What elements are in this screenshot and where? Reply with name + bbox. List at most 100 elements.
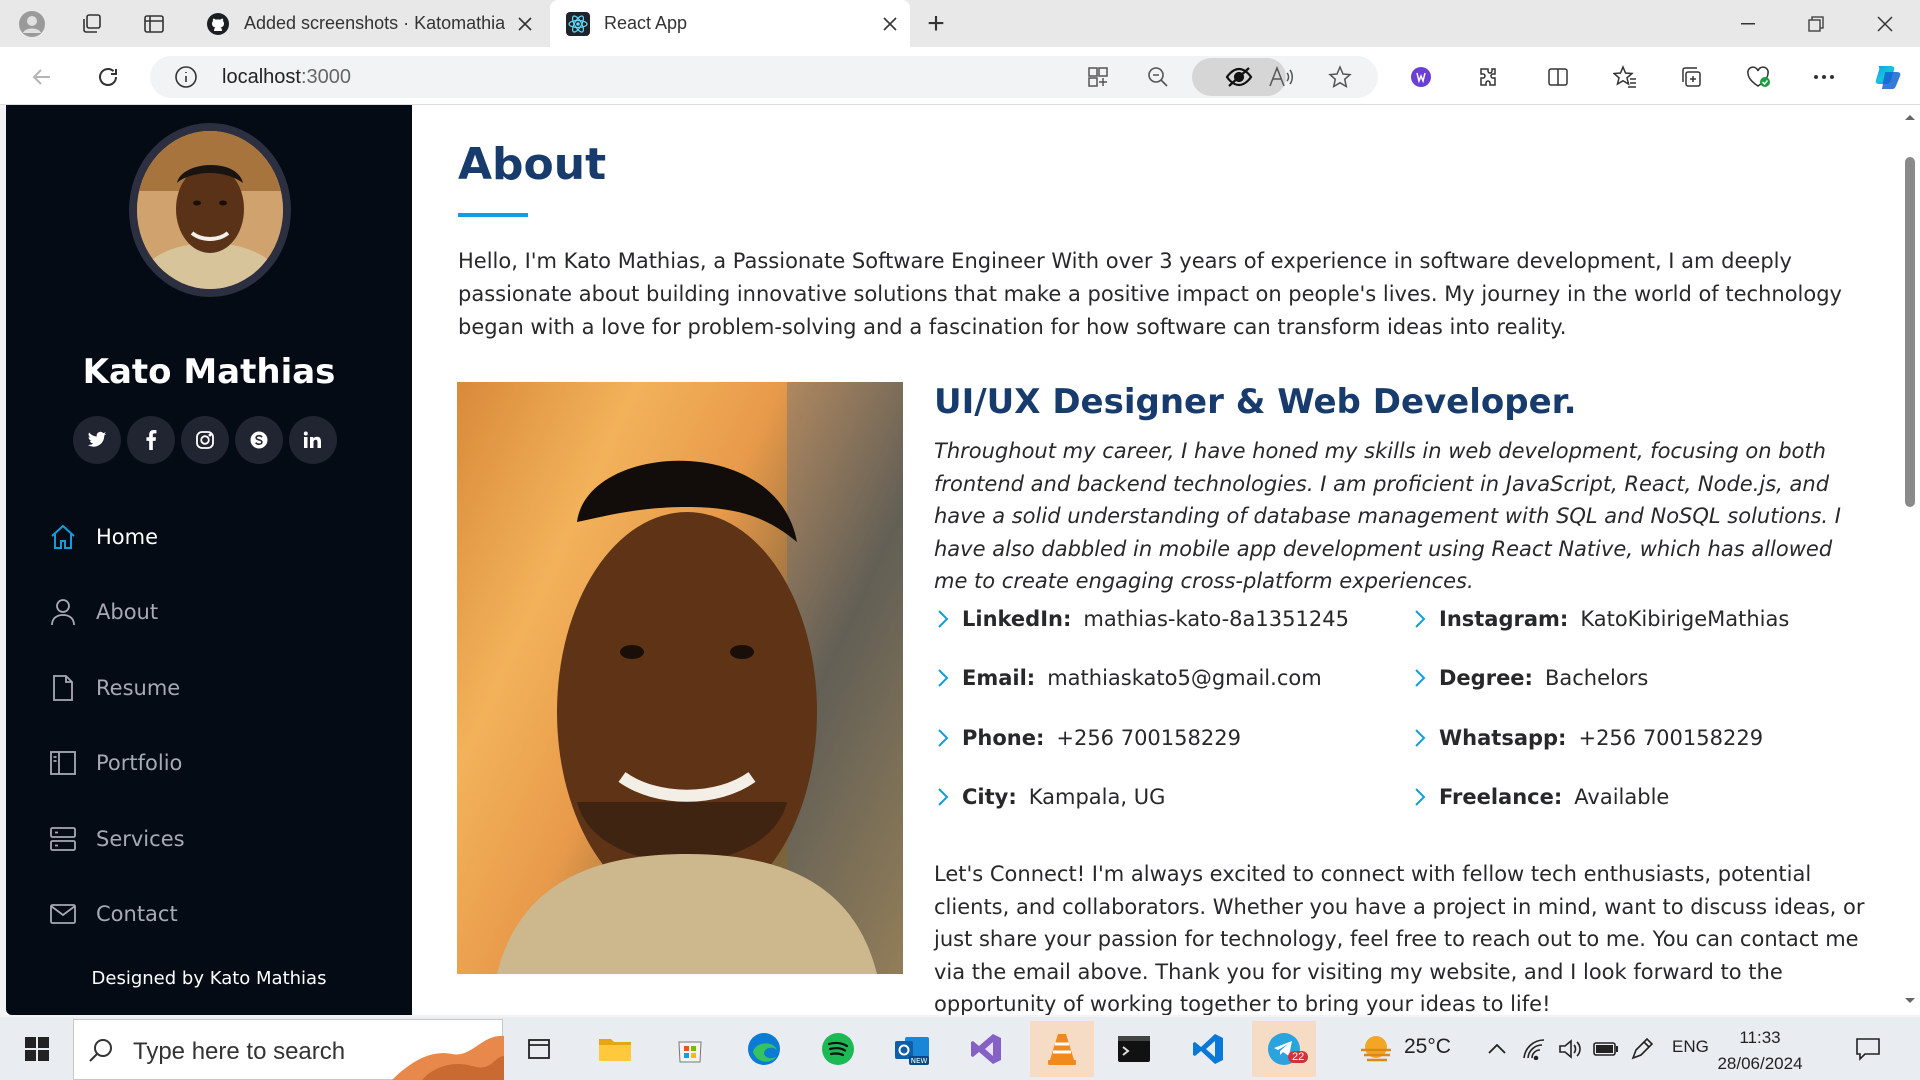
wifi-icon[interactable]: [1516, 1024, 1552, 1074]
linkedin-icon[interactable]: [289, 416, 337, 464]
nav-label: Services: [96, 827, 185, 851]
clock[interactable]: 11:33 28/06/2024: [1712, 1025, 1808, 1077]
favorite-star-icon[interactable]: [1328, 65, 1352, 89]
language-indicator[interactable]: ENG: [1672, 1037, 1709, 1057]
browser-essentials-icon[interactable]: [1740, 59, 1776, 95]
page-scrollbar[interactable]: [1900, 105, 1920, 1015]
nav-label: About: [96, 600, 159, 624]
chevron-right-icon: [938, 729, 949, 747]
server-icon: [48, 824, 78, 854]
profile-photo: [457, 382, 903, 974]
clock-date: 28/06/2024: [1717, 1054, 1803, 1073]
back-icon[interactable]: [24, 59, 60, 95]
nav-item-resume[interactable]: Resume: [48, 668, 180, 708]
home-icon: [48, 522, 78, 552]
volume-icon[interactable]: [1552, 1024, 1588, 1074]
terminal-icon[interactable]: [1104, 1024, 1164, 1074]
chevron-right-icon: [938, 788, 949, 806]
svg-text:NEW: NEW: [911, 1057, 928, 1065]
vlc-icon[interactable]: [1030, 1021, 1094, 1077]
profile-name: Kato Mathias: [82, 352, 336, 392]
edge-icon[interactable]: [734, 1024, 794, 1074]
info-label: City:: [962, 785, 1017, 809]
info-label: Freelance:: [1439, 785, 1563, 809]
browser-toolbar: localhost:3000: [0, 47, 1920, 105]
collections-icon[interactable]: [1673, 59, 1709, 95]
visual-studio-icon[interactable]: [956, 1024, 1016, 1074]
workspaces-icon[interactable]: [74, 6, 110, 42]
minimize-icon[interactable]: [1720, 0, 1776, 47]
nav-item-contact[interactable]: Contact: [48, 894, 178, 934]
new-tab-button[interactable]: +: [918, 6, 954, 42]
extension-purple-icon[interactable]: [1403, 59, 1439, 95]
profile-icon[interactable]: [14, 6, 50, 42]
tab-react-app[interactable]: React App: [550, 0, 910, 47]
info-label: LinkedIn:: [962, 607, 1072, 631]
intro-paragraph: Hello, I'm Kato Mathias, a Passionate So…: [458, 249, 1842, 339]
tab-github[interactable]: Added screenshots · Katomathias: [200, 0, 545, 47]
close-icon[interactable]: [878, 12, 902, 36]
more-options-icon[interactable]: [1806, 59, 1842, 95]
info-label: Whatsapp:: [1439, 726, 1567, 750]
facebook-icon[interactable]: [127, 416, 175, 464]
info-freelance: Freelance: Available: [1409, 785, 1669, 809]
url-text: localhost:3000: [222, 66, 351, 89]
weather-icon[interactable]: [1350, 1024, 1402, 1074]
twitter-icon[interactable]: [73, 416, 121, 464]
apps-icon[interactable]: [1086, 65, 1110, 89]
info-value: Bachelors: [1544, 666, 1649, 690]
chevron-up-icon[interactable]: [1482, 1024, 1512, 1074]
info-icon[interactable]: [174, 65, 198, 89]
address-bar[interactable]: localhost:3000: [150, 56, 1378, 98]
weather-temp[interactable]: 25°C: [1404, 1035, 1451, 1059]
outlook-new-icon[interactable]: NEW: [882, 1024, 942, 1074]
nav-item-about[interactable]: About: [48, 592, 158, 632]
file-explorer-icon[interactable]: [585, 1024, 645, 1074]
nav-item-home[interactable]: Home: [48, 517, 158, 557]
nav-label: Portfolio: [96, 751, 183, 775]
battery-icon[interactable]: [1588, 1024, 1624, 1074]
instagram-icon[interactable]: [181, 416, 229, 464]
person-icon: [48, 597, 78, 627]
info-degree: Degree: Bachelors: [1409, 666, 1648, 690]
refresh-icon[interactable]: [90, 59, 126, 95]
tab-actions-icon[interactable]: [136, 6, 172, 42]
copilot-icon[interactable]: [1870, 59, 1906, 95]
favorites-icon[interactable]: [1607, 59, 1643, 95]
windows-start-icon[interactable]: [14, 1031, 60, 1067]
pen-icon[interactable]: [1624, 1024, 1660, 1074]
spotify-icon[interactable]: [808, 1024, 868, 1074]
vscode-icon[interactable]: [1178, 1024, 1238, 1074]
avatar: [129, 123, 291, 297]
telegram-icon[interactable]: 22: [1252, 1021, 1316, 1077]
restore-icon[interactable]: [1788, 0, 1844, 47]
about-section: About Hello, I'm Kato Mathias, a Passion…: [412, 105, 1900, 1015]
url-port: :3000: [300, 66, 351, 88]
taskbar: Type here to search NEW 22 25°C ENG 11:3…: [0, 1017, 1920, 1080]
skype-icon[interactable]: [235, 416, 283, 464]
split-screen-icon[interactable]: [1540, 59, 1576, 95]
eye-slash-icon: [1225, 66, 1253, 88]
info-email: Email: mathiaskato5@gmail.com: [932, 666, 1322, 690]
taskbar-search[interactable]: Type here to search: [73, 1019, 504, 1080]
info-linkedin: LinkedIn: mathias-kato-8a1351245: [932, 607, 1349, 631]
nav-item-portfolio[interactable]: Portfolio: [48, 743, 182, 783]
microsoft-store-icon[interactable]: [660, 1024, 720, 1074]
chevron-right-icon: [1415, 729, 1426, 747]
zoom-out-icon[interactable]: [1146, 65, 1170, 89]
close-icon[interactable]: [513, 12, 537, 36]
info-label: Email:: [962, 666, 1036, 690]
read-aloud-icon[interactable]: [1268, 65, 1294, 89]
scroll-thumb[interactable]: [1905, 157, 1915, 507]
extensions-icon[interactable]: [1470, 59, 1506, 95]
search-icon: [89, 1039, 112, 1062]
task-view-icon[interactable]: [509, 1024, 569, 1074]
sidebar: Kato Mathias Home About Resume Portfolio…: [6, 105, 412, 1015]
notifications-icon[interactable]: [1838, 1024, 1898, 1074]
nav-item-services[interactable]: Services: [48, 819, 185, 859]
page-viewport: Kato Mathias Home About Resume Portfolio…: [6, 105, 1920, 1015]
connect-paragraph: Let's Connect! I'm always excited to con…: [934, 862, 1865, 1015]
close-window-icon[interactable]: [1857, 0, 1913, 47]
nav-label: Resume: [96, 676, 181, 700]
tab-title: Added screenshots · Katomathias: [244, 13, 505, 33]
